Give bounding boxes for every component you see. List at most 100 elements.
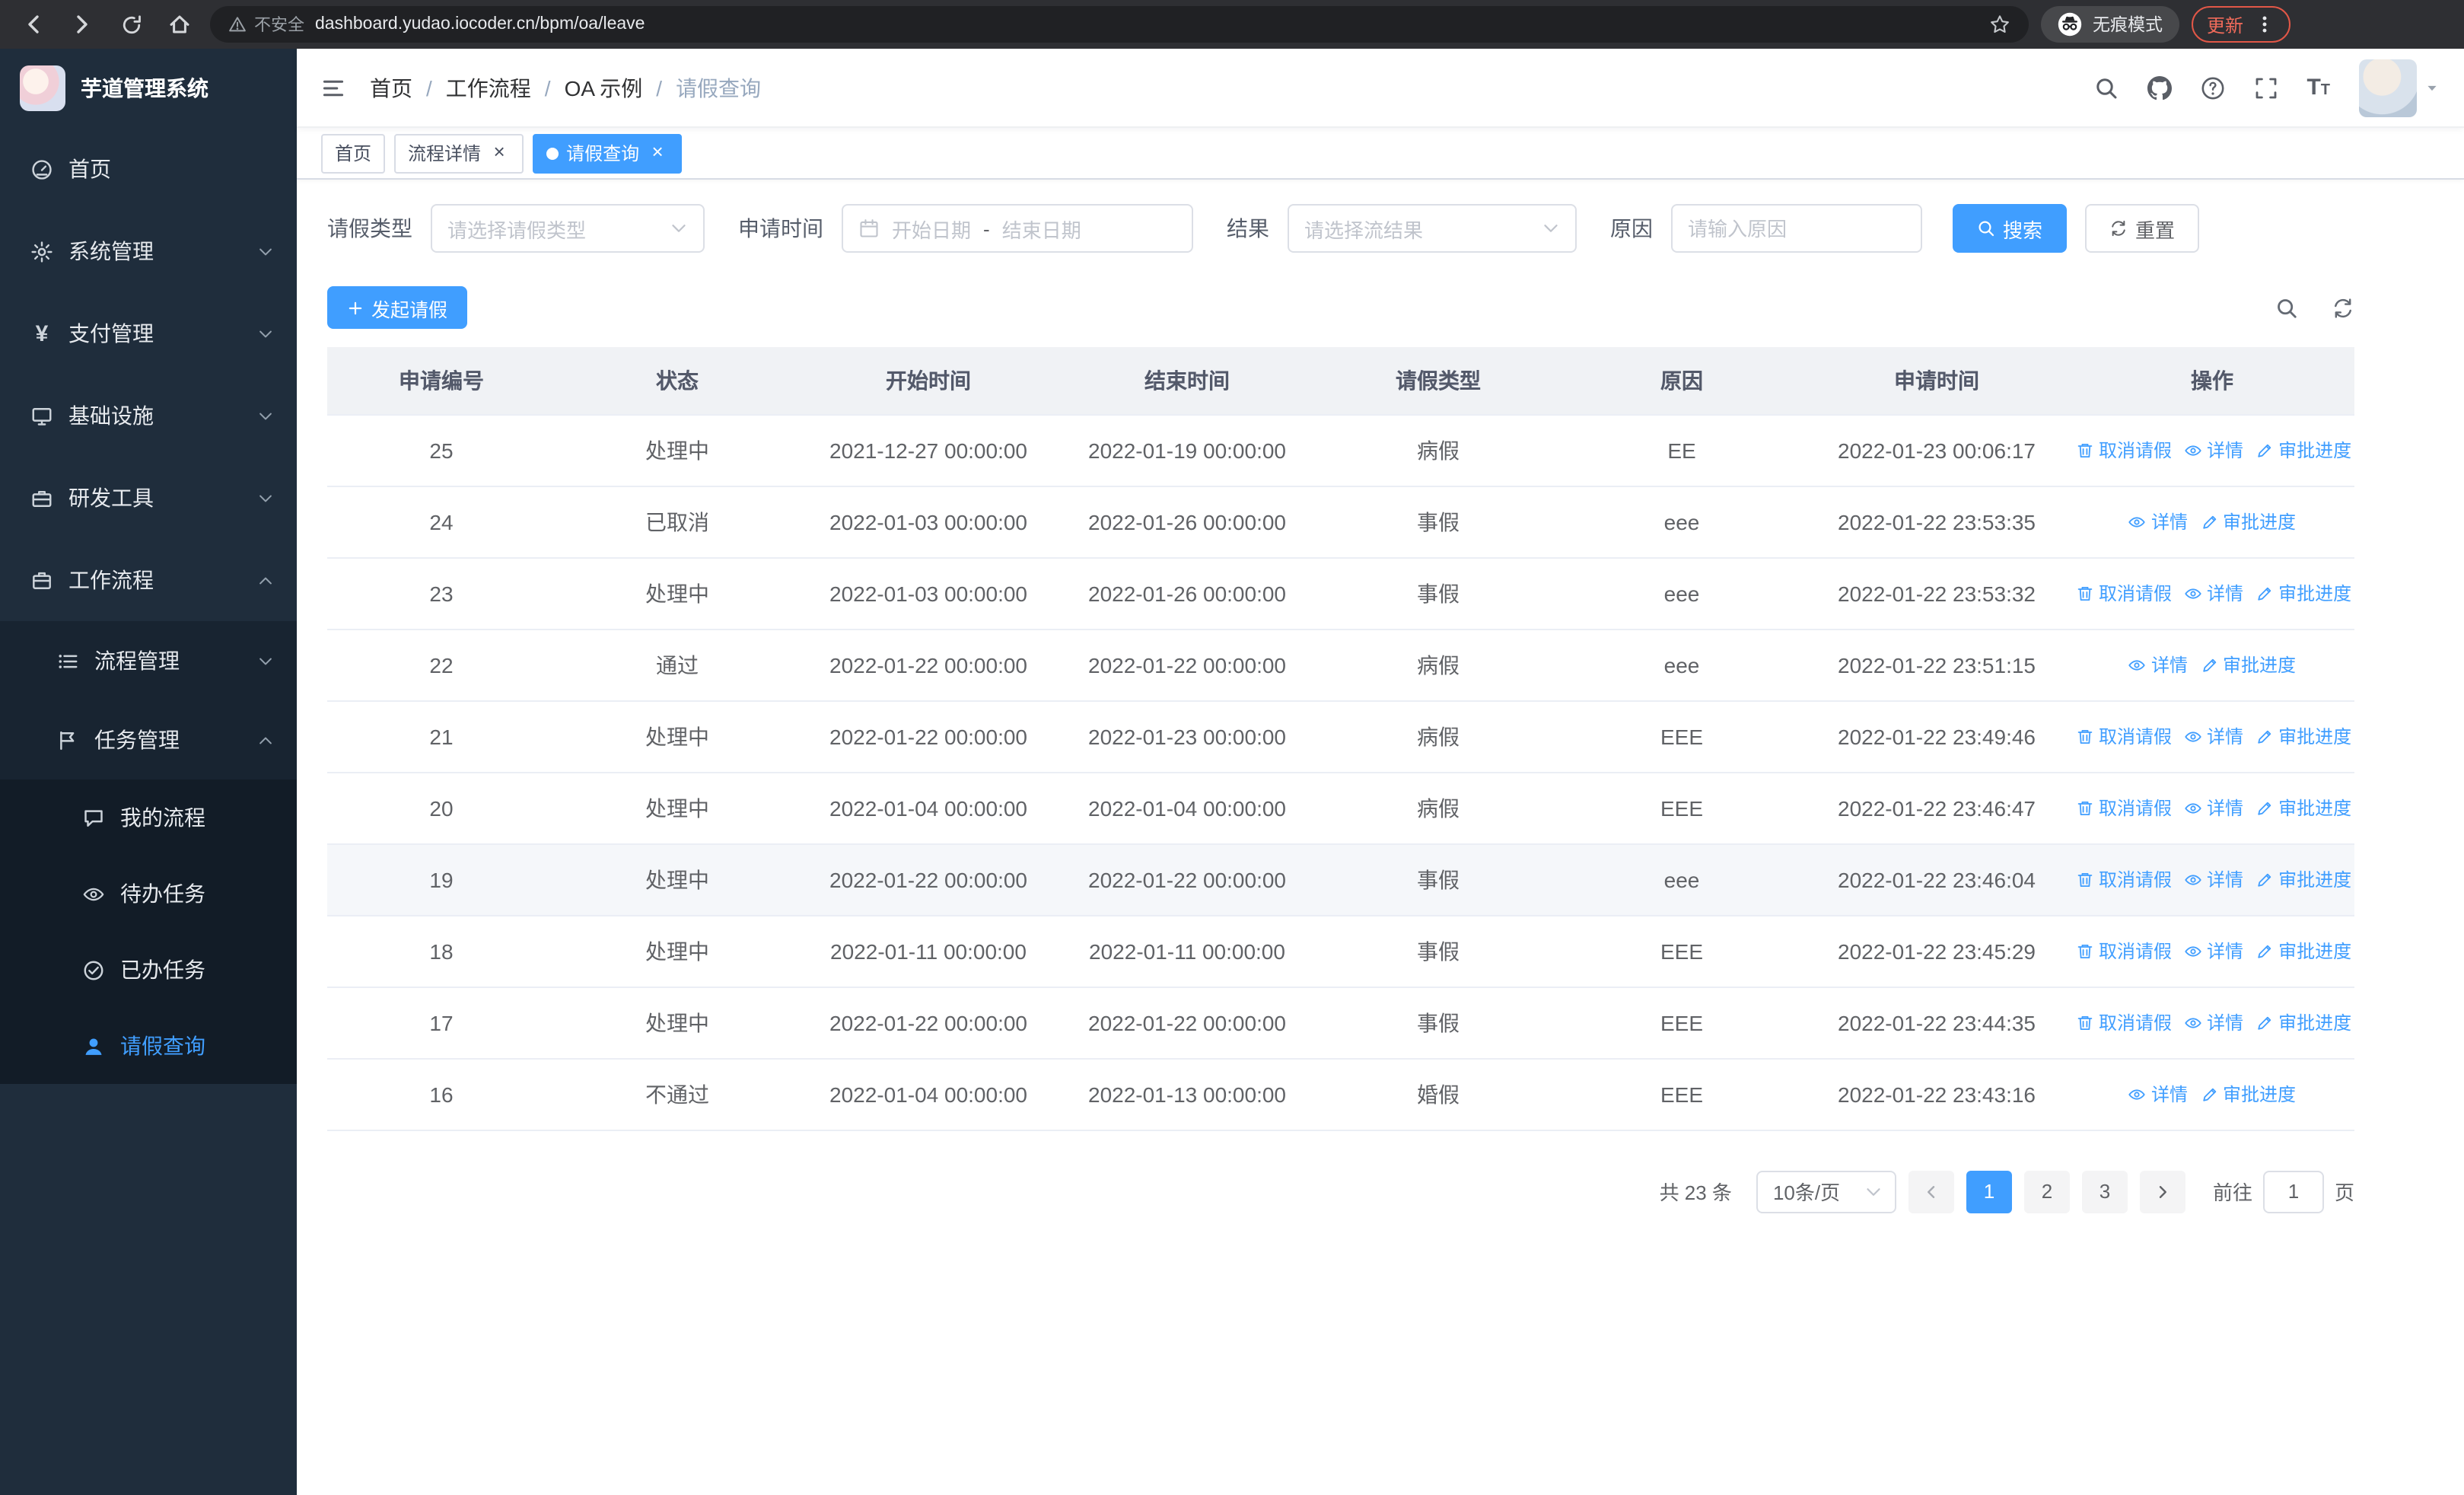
action-detail[interactable]: 详情 (2184, 795, 2243, 821)
page-button-1[interactable]: 1 (1966, 1170, 2012, 1213)
action-progress[interactable]: 审批进度 (2255, 581, 2351, 607)
sidebar-item-done-tasks[interactable]: 已办任务 (0, 932, 297, 1008)
table-cell: 处理中 (556, 915, 799, 987)
action-progress[interactable]: 审批进度 (2255, 1010, 2351, 1036)
table-cell: 2022-01-22 00:00:00 (799, 700, 1058, 773)
action-cancel[interactable]: 取消请假 (2076, 581, 2172, 607)
action-cancel[interactable]: 取消请假 (2076, 867, 2172, 893)
action-cancel[interactable]: 取消请假 (2076, 1010, 2172, 1036)
sidebar-item-workflow[interactable]: 工作流程 (0, 539, 297, 621)
leave-type-select[interactable]: 请选择请假类型 (431, 204, 705, 253)
action-cancel[interactable]: 取消请假 (2076, 724, 2172, 750)
sidebar-item-task-management[interactable]: 任务管理 (0, 700, 297, 779)
back-icon[interactable] (15, 6, 52, 43)
table-refresh-icon[interactable] (2332, 296, 2354, 319)
action-detail[interactable]: 详情 (2128, 652, 2188, 678)
help-icon[interactable] (2200, 75, 2224, 100)
action-detail[interactable]: 详情 (2184, 939, 2243, 964)
tab-label: 请假查询 (566, 143, 640, 164)
tab-process-detail[interactable]: 流程详情 × (394, 133, 524, 173)
result-select[interactable]: 请选择流结果 (1288, 204, 1577, 253)
forward-icon[interactable] (64, 6, 100, 43)
date-range-input[interactable]: 开始日期 - 结束日期 (842, 204, 1193, 253)
security-warning[interactable]: 不安全 (228, 12, 304, 37)
action-progress[interactable]: 审批进度 (2200, 1082, 2296, 1108)
sidebar-item-my-process[interactable]: 我的流程 (0, 779, 297, 856)
action-detail[interactable]: 详情 (2128, 509, 2188, 535)
font-size-icon[interactable]: TT (2306, 75, 2330, 100)
sidebar-item-todo-tasks[interactable]: 待办任务 (0, 856, 297, 932)
action-detail[interactable]: 详情 (2184, 438, 2243, 464)
prev-page-button[interactable] (1908, 1170, 1954, 1213)
tab-close-icon[interactable]: × (647, 141, 668, 164)
sidebar-toggle-icon[interactable] (321, 75, 345, 100)
table-cell: 2022-01-22 00:00:00 (1058, 629, 1316, 701)
browser-menu-icon[interactable] (2254, 14, 2275, 35)
incognito-badge: 无痕模式 (2041, 6, 2179, 43)
table-row: 20 处理中 2022-01-04 00:00:00 2022-01-04 00:00… (327, 772, 2354, 844)
action-progress[interactable]: 审批进度 (2200, 652, 2296, 678)
page: 不安全 dashboard.yudao.iocoder.cn/bpm/oa/le… (0, 0, 2464, 1495)
table-cell: 处理中 (556, 414, 799, 486)
sidebar-item-dev-tools[interactable]: 研发工具 (0, 457, 297, 539)
goto-page-input[interactable] (2262, 1170, 2324, 1213)
action-detail[interactable]: 详情 (2128, 1082, 2188, 1108)
breadcrumb-item[interactable]: OA 示例 (565, 72, 643, 103)
sidebar-item-home[interactable]: 首页 (0, 128, 297, 210)
reload-icon[interactable] (113, 6, 149, 43)
create-leave-button[interactable]: 发起请假 (327, 286, 468, 329)
home-icon[interactable] (161, 6, 198, 43)
table-cell: EE (1560, 414, 1803, 486)
action-detail[interactable]: 详情 (2184, 1010, 2243, 1036)
page-size-select[interactable]: 10条/页 (1756, 1170, 1896, 1213)
breadcrumb-item[interactable]: 首页 (370, 72, 412, 103)
action-detail[interactable]: 详情 (2184, 581, 2243, 607)
app-logo[interactable]: 芋道管理系统 (0, 49, 297, 128)
reason-input[interactable] (1688, 217, 1905, 240)
tab-close-icon[interactable]: × (489, 141, 510, 164)
table-cell: 19 (327, 843, 556, 916)
bookmark-star-icon[interactable] (1989, 14, 2010, 35)
action-progress[interactable]: 审批进度 (2255, 438, 2351, 464)
action-progress[interactable]: 审批进度 (2255, 867, 2351, 893)
action-cancel[interactable]: 取消请假 (2076, 795, 2172, 821)
action-detail[interactable]: 详情 (2184, 867, 2243, 893)
table-cell-actions: 取消请假 详情 审批进度 (2070, 557, 2354, 630)
tab-leave-query[interactable]: 请假查询 × (533, 133, 683, 173)
user-menu[interactable] (2359, 59, 2440, 116)
action-progress[interactable]: 审批进度 (2255, 724, 2351, 750)
table-cell: 通过 (556, 629, 799, 701)
action-progress[interactable]: 审批进度 (2255, 939, 2351, 964)
action-progress[interactable]: 审批进度 (2255, 795, 2351, 821)
plus-icon (347, 299, 364, 316)
action-progress[interactable]: 审批进度 (2200, 509, 2296, 535)
action-detail[interactable]: 详情 (2184, 724, 2243, 750)
github-icon[interactable] (2147, 75, 2171, 100)
sidebar-item-system-management[interactable]: 系统管理 (0, 210, 297, 292)
sidebar-item-infrastructure[interactable]: 基础设施 (0, 375, 297, 457)
table-cell: 24 (327, 486, 556, 558)
breadcrumb-item[interactable]: 工作流程 (446, 72, 531, 103)
search-button[interactable]: 搜索 (1953, 204, 2068, 253)
goto-label: 前往 (2212, 1181, 2252, 1204)
table-search-toggle-icon[interactable] (2275, 296, 2298, 319)
sidebar-item-leave-query[interactable]: 请假查询 (0, 1008, 297, 1084)
action-cancel[interactable]: 取消请假 (2076, 939, 2172, 964)
tab-home[interactable]: 首页 (321, 133, 386, 173)
header-search-icon[interactable] (2093, 75, 2118, 100)
table-row: 16 不通过 2022-01-04 00:00:00 2022-01-13 00:00… (327, 1058, 2354, 1130)
next-page-button[interactable] (2139, 1170, 2185, 1213)
page-button-3[interactable]: 3 (2081, 1170, 2128, 1213)
fullscreen-icon[interactable] (2253, 75, 2278, 100)
page-button-2[interactable]: 2 (2023, 1170, 2070, 1213)
tab-bar: 首页 流程详情 × 请假查询 × (297, 128, 2464, 180)
sidebar-item-payment-management[interactable]: ¥ 支付管理 (0, 292, 297, 375)
reset-button[interactable]: 重置 (2085, 204, 2200, 253)
table-cell: 25 (327, 414, 556, 486)
infra-icon (29, 404, 55, 427)
address-bar[interactable]: 不安全 dashboard.yudao.iocoder.cn/bpm/oa/le… (210, 6, 2029, 43)
result-label: 结果 (1227, 216, 1269, 241)
action-cancel[interactable]: 取消请假 (2076, 438, 2172, 464)
update-button[interactable]: 更新 (2192, 6, 2291, 43)
sidebar-item-process-management[interactable]: 流程管理 (0, 621, 297, 700)
